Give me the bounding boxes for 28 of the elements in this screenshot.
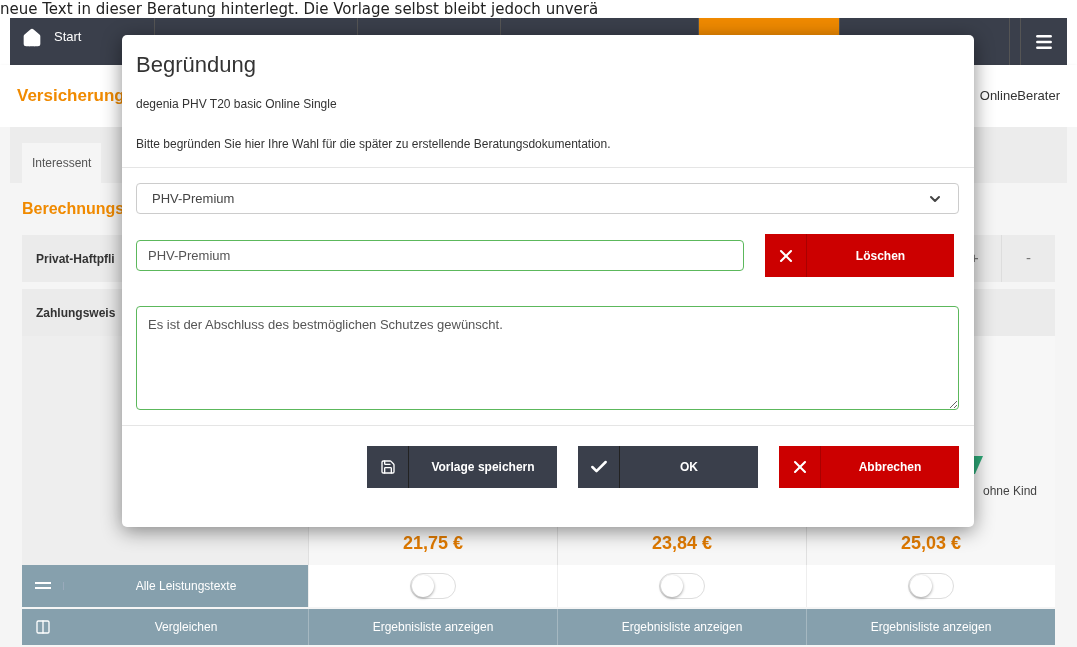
ok-button[interactable]: OK	[578, 446, 758, 488]
tariff-label: ohne Kind	[983, 483, 1038, 500]
section-title: Berechnungs	[22, 199, 125, 219]
minus-button[interactable]: -	[1001, 235, 1055, 282]
compare-icon	[35, 619, 51, 635]
price: 23,84 €	[651, 532, 713, 555]
toggle-switch[interactable]	[410, 573, 456, 599]
sub-tab[interactable]: Interessent	[22, 143, 102, 183]
delete-button[interactable]: Löschen	[765, 234, 954, 277]
price: 25,03 €	[900, 532, 962, 555]
product-name: degenia PHV T20 basic Online Single	[136, 96, 338, 113]
reason-field[interactable]: Es ist der Abschluss des bestmöglichen Schutzes gewünscht.	[136, 306, 959, 410]
lines-icon	[34, 582, 51, 590]
price: 21,75 €	[402, 532, 464, 555]
row-label: Zahlungsweis	[36, 304, 116, 322]
save-icon	[379, 459, 396, 475]
home-icon	[22, 28, 42, 48]
toggle-switch[interactable]	[908, 573, 954, 599]
banner-text: neue Text in dieser Beratung hinterlegt. Die Vorlage selbst bleibt jedoch unverä	[0, 0, 599, 18]
save-template-button[interactable]: Vorlage speichern	[367, 446, 557, 488]
cancel-button[interactable]: Abbrechen	[779, 446, 959, 488]
user-label: OnlineBerater	[979, 87, 1060, 106]
page-title: Versicherung	[17, 85, 125, 108]
template-name-field[interactable]: PHV-Premium	[136, 240, 744, 271]
instruction-text: Bitte begründen Sie hier Ihre Wahl für die später zu erstellende Beratungsdokumentation.	[136, 136, 612, 153]
template-select[interactable]: PHV-Premium	[136, 183, 959, 214]
toggle-switch[interactable]	[659, 573, 705, 599]
row-label: Privat-Haftpfli	[36, 250, 115, 268]
